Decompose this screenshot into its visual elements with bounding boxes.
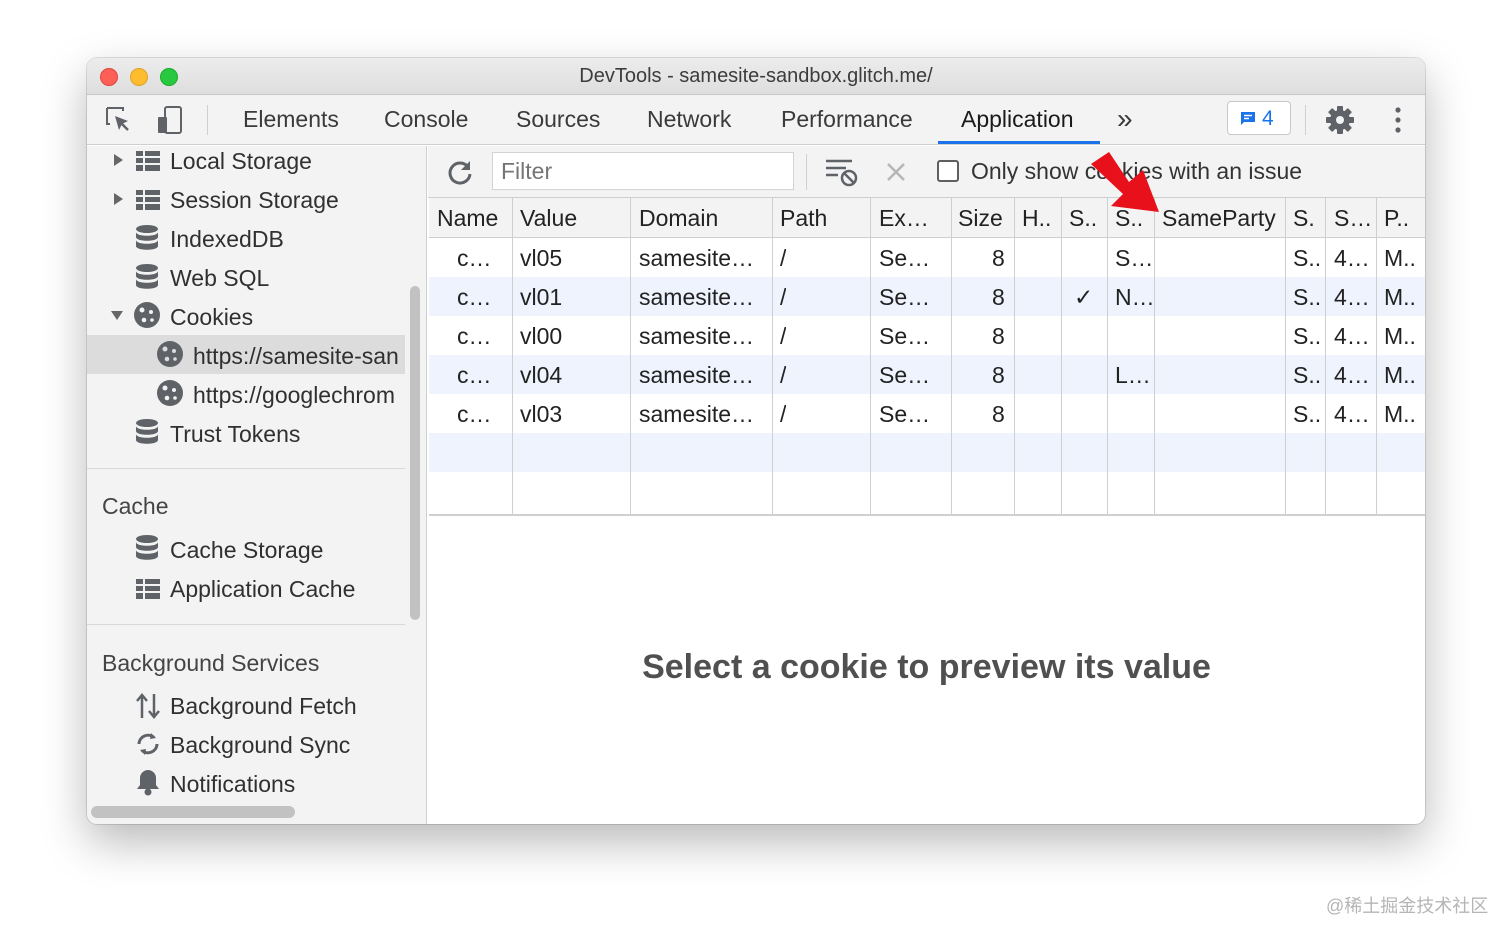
expand-arrow-icon[interactable]: [112, 192, 124, 206]
sidebar-item-label: Session Storage: [170, 187, 339, 213]
filter-input[interactable]: [492, 152, 794, 190]
tab-performance[interactable]: Performance: [781, 106, 913, 133]
settings-gear-icon[interactable]: [1325, 105, 1355, 135]
tab-console[interactable]: Console: [384, 106, 468, 133]
sidebar-item-label: Application Cache: [170, 576, 356, 602]
issue-message-icon: [1241, 112, 1255, 125]
sidebar-item-label: Notifications: [170, 771, 296, 797]
sidebar-item-label: Background Fetch: [170, 693, 357, 719]
database-icon: [136, 419, 158, 444]
sidebar-item-label: Web SQL: [170, 265, 270, 291]
up-down-arrows-icon: [136, 693, 160, 719]
refresh-icon[interactable]: [447, 159, 473, 185]
sidebar-item-label: Cookies: [170, 304, 254, 330]
device-toolbar-icon[interactable]: [155, 105, 185, 135]
table-icon: [135, 189, 161, 211]
clear-filtered-cookies-icon[interactable]: [825, 157, 859, 187]
only-issues-checkbox[interactable]: [937, 160, 959, 182]
devtools-window: DevTools - samesite-sandbox.glitch.me/ E…: [87, 58, 1425, 824]
column-header-sameparty[interactable]: SameParty: [1162, 205, 1276, 232]
issues-badge[interactable]: 4: [1227, 101, 1291, 135]
table-icon: [135, 578, 161, 600]
cookie-icon: [157, 341, 183, 367]
column-header-domain[interactable]: Domain: [639, 205, 718, 232]
tab-elements[interactable]: Elements: [243, 106, 339, 133]
sidebar-divider: [87, 468, 405, 469]
column-header-value[interactable]: Value: [520, 205, 577, 232]
active-tab-indicator: [938, 141, 1100, 144]
database-icon: [136, 225, 158, 250]
main-tab-bar: Elements Console Sources Network Perform…: [87, 95, 1425, 145]
background-services-heading: Background Services: [102, 650, 320, 676]
window-title: DevTools - samesite-sandbox.glitch.me/: [579, 65, 933, 87]
watermark: @稀土掘金技术社区: [1326, 896, 1489, 916]
application-sidebar: Local Storage Session Storage IndexedDB …: [87, 146, 427, 824]
column-header-priority[interactable]: P..: [1384, 205, 1409, 232]
tab-sources[interactable]: Sources: [516, 106, 600, 133]
bell-icon: [137, 770, 159, 796]
sidebar-item-label: https://samesite-san: [193, 343, 399, 369]
column-header-httponly[interactable]: H..: [1022, 205, 1051, 232]
issues-count: 4: [1262, 107, 1274, 130]
delete-selected-icon[interactable]: [886, 162, 906, 182]
title-bar: DevTools - samesite-sandbox.glitch.me/: [87, 58, 1425, 95]
annotation-arrow-icon: [1091, 152, 1159, 212]
tab-application[interactable]: Application: [961, 106, 1074, 133]
database-icon: [136, 535, 158, 560]
inspect-element-icon[interactable]: [104, 105, 134, 135]
column-header-expires[interactable]: Ex…: [879, 205, 929, 232]
secure-checkmark: ✓: [1074, 284, 1094, 310]
cookies-table: Name Value Domain Path Ex… Size H.. S.. …: [429, 198, 1425, 516]
sidebar-divider: [87, 624, 405, 625]
sidebar-item-label: IndexedDB: [170, 226, 284, 252]
database-icon: [136, 264, 158, 289]
collapse-arrow-icon[interactable]: [110, 309, 124, 321]
cookies-toolbar: Only show cookies with an issue: [428, 146, 1425, 198]
sidebar-item-label: Cache Storage: [170, 537, 324, 563]
sidebar-item-label: Trust Tokens: [170, 421, 301, 447]
column-header-path[interactable]: Path: [780, 205, 827, 232]
cache-heading: Cache: [102, 493, 169, 519]
column-header-sourceport[interactable]: S…: [1334, 205, 1372, 232]
table-icon: [135, 150, 161, 172]
cookie-icon: [134, 302, 160, 328]
more-tabs-button[interactable]: »: [1117, 103, 1133, 135]
more-options-icon[interactable]: [1383, 105, 1413, 135]
sidebar-item-label: Local Storage: [170, 148, 312, 174]
column-header-name[interactable]: Name: [437, 205, 498, 232]
cookie-icon: [157, 380, 183, 406]
expand-arrow-icon[interactable]: [112, 153, 124, 167]
column-header-size[interactable]: Size: [958, 205, 1003, 232]
cookie-preview-empty-message: Select a cookie to preview its value: [642, 648, 1211, 686]
sidebar-item-label: https://googlechrom: [193, 382, 396, 408]
sidebar-item-label: Background Sync: [170, 732, 351, 758]
column-header-sourcescheme[interactable]: S.: [1293, 205, 1315, 232]
sync-icon: [137, 733, 159, 755]
sidebar-vertical-scrollbar[interactable]: [410, 286, 420, 620]
tab-network[interactable]: Network: [647, 106, 731, 133]
sidebar-horizontal-scrollbar[interactable]: [91, 806, 295, 818]
